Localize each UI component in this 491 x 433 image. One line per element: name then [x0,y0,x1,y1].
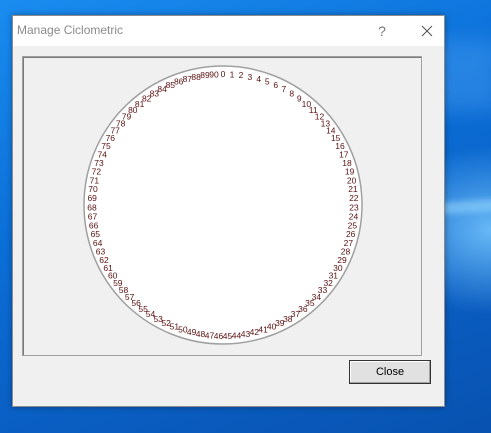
dial-label-7: 7 [282,84,287,94]
close-button[interactable]: Close [349,360,431,384]
dial-label-63: 63 [96,247,106,257]
ciclometric-dial[interactable]: 0 1 2 3 4 5 6 7 8 9101112131415161718192021222324… [23,57,421,355]
desktop-light-streak [439,197,491,215]
dial-label-4: 4 [256,74,261,84]
dial-label-0: 0 [221,69,226,79]
dial-label-66: 66 [89,220,99,230]
dial-label-46: 46 [214,331,224,341]
dial-label-69: 69 [87,193,97,203]
dial-label-51: 51 [170,322,180,332]
dial-label-71: 71 [90,175,100,185]
dial-label-65: 65 [91,229,101,239]
dial-label-41: 41 [258,325,268,335]
dial-label-67: 67 [88,211,98,221]
manage-ciclometric-dialog: Manage Ciclometric ? 0 1 2 3 4 5 6 7 8 9 10 11 12 13 1… [12,15,445,407]
dial-label-50: 50 [178,325,188,335]
dial-label-42: 42 [250,327,260,337]
dial-label-49: 49 [187,327,197,337]
window-close-button[interactable] [411,16,443,46]
dial-label-47: 47 [205,330,215,340]
dial-label-3: 3 [248,72,253,82]
dial-panel: 0 1 2 3 4 5 6 7 8 9 10 11 12 13 14 15 16 17 18 19 20 21 22 23 24… [22,56,422,356]
dial-label-48: 48 [196,329,206,339]
help-button[interactable]: ? [368,16,396,46]
dial-label-40: 40 [267,322,277,332]
dial-label-1: 1 [230,69,235,79]
dial-label-90: 90 [209,69,219,79]
dial-label-72: 72 [92,167,102,177]
dial-label-45: 45 [223,331,233,341]
dial-label-64: 64 [93,238,103,248]
dial-label-44: 44 [232,330,242,340]
dial-label-6: 6 [273,80,278,90]
close-icon [421,25,433,37]
dial-ring [83,65,363,345]
dial-label-70: 70 [88,184,98,194]
dial-label-2: 2 [239,70,244,80]
window-title: Manage Ciclometric [17,23,124,37]
title-bar[interactable]: Manage Ciclometric ? [13,16,444,46]
dial-label-43: 43 [241,329,251,339]
dial-label-68: 68 [87,202,97,212]
dial-label-39: 39 [275,318,285,328]
dial-label-8: 8 [289,89,294,99]
dial-label-5: 5 [265,77,270,87]
